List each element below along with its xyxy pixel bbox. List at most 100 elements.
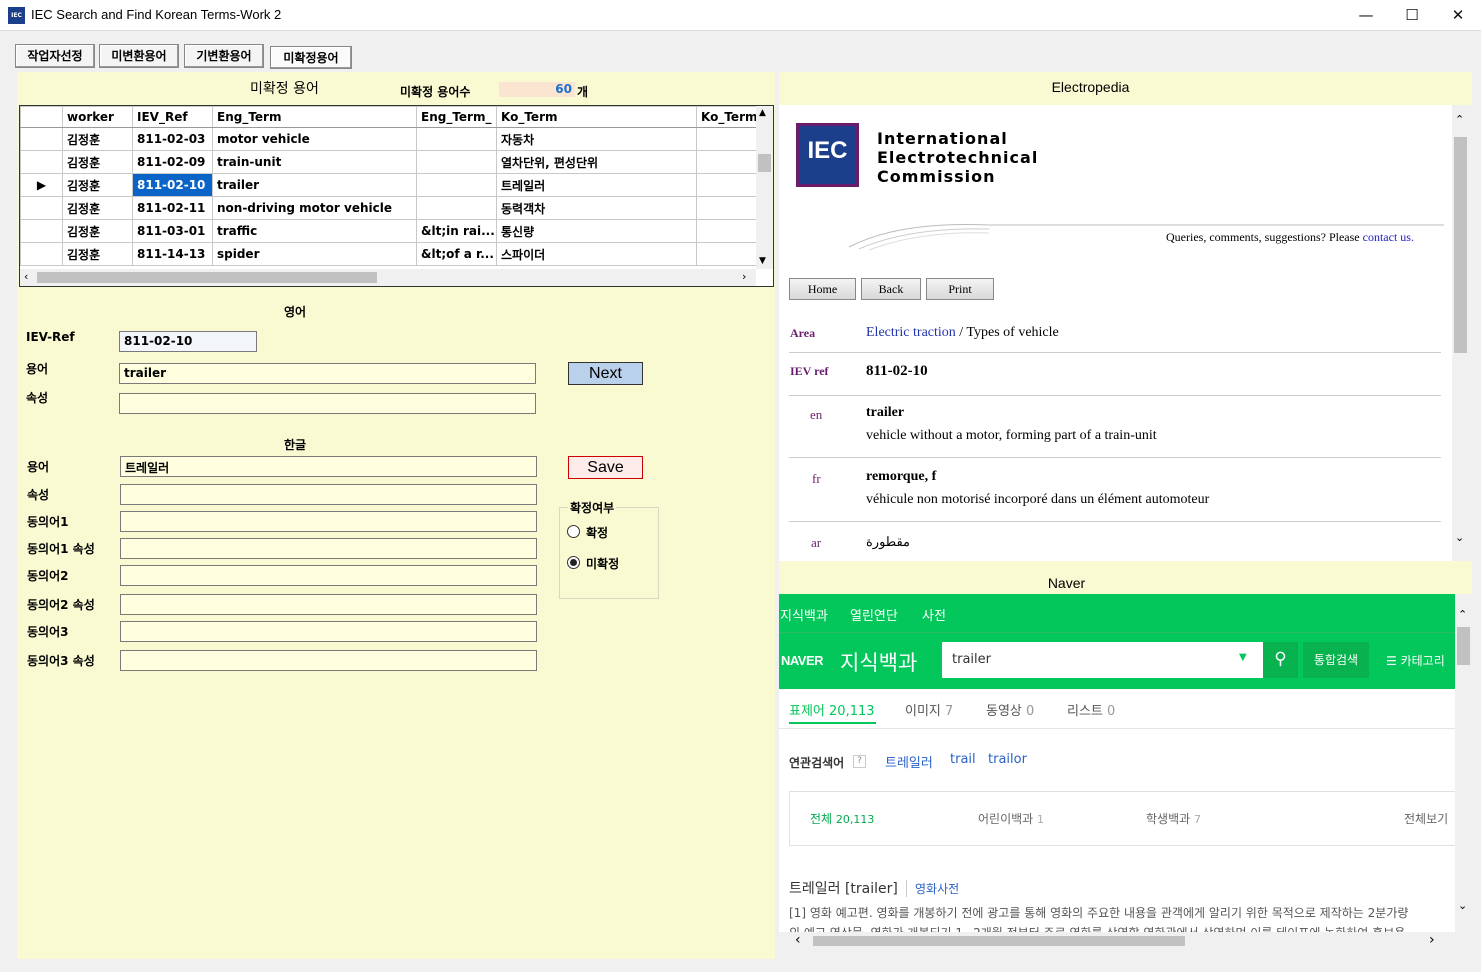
electropedia-browser[interactable]: IEC International Electrotechnical Commi…: [779, 105, 1452, 561]
tab-worker-select[interactable]: 작업자선정: [15, 44, 95, 68]
print-button[interactable]: Print: [926, 278, 994, 300]
naver-logo[interactable]: NAVER: [781, 653, 824, 668]
cell[interactable]: 김정훈: [62, 219, 133, 243]
related-term[interactable]: 트레일러: [885, 752, 933, 771]
tab-headword[interactable]: 표제어 20,113: [789, 700, 875, 719]
naver-vscrollbar[interactable]: ⌃ ⌄: [1455, 594, 1472, 932]
tab-unconfirmed[interactable]: 미확정용어: [270, 46, 352, 69]
minimize-icon[interactable]: —: [1343, 0, 1389, 31]
korean-term-field[interactable]: 트레일러: [120, 456, 537, 477]
table-row[interactable]: 김정훈 811-03-01 traffic &lt;in rai... 통신량: [20, 219, 773, 243]
confirm-radio-label[interactable]: 확정: [586, 524, 608, 541]
tab-unconverted[interactable]: 미변환용어: [99, 44, 179, 68]
search-icon[interactable]: ⚲: [1263, 642, 1298, 678]
cell[interactable]: 트레일러: [496, 173, 697, 197]
naver-nav-lecture[interactable]: 열린연단: [850, 605, 898, 624]
scroll-thumb[interactable]: [758, 154, 771, 172]
cell[interactable]: motor vehicle: [212, 127, 417, 151]
synonym3-attr-field[interactable]: [120, 650, 537, 671]
maximize-icon[interactable]: ☐: [1389, 0, 1435, 31]
electropedia-vscrollbar[interactable]: ⌃ ⌄: [1452, 105, 1469, 561]
cell[interactable]: 811-02-09: [132, 150, 213, 174]
cell[interactable]: 스파이더: [496, 242, 697, 266]
row-header[interactable]: [20, 127, 63, 151]
scroll-right-icon[interactable]: ›: [742, 270, 746, 283]
scroll-down-icon[interactable]: ⌄: [1458, 899, 1467, 912]
result-title[interactable]: 트레일러 [trailer]: [789, 878, 898, 898]
table-row[interactable]: 김정훈 811-02-11 non-driving motor vehicle …: [20, 196, 773, 220]
iev-ref-field[interactable]: 811-02-10: [119, 331, 257, 352]
english-term-field[interactable]: trailer: [119, 363, 536, 384]
next-button[interactable]: Next: [568, 362, 643, 385]
synonym1-field[interactable]: [120, 511, 537, 532]
cell[interactable]: 동력객차: [496, 196, 697, 220]
cell[interactable]: 자동차: [496, 127, 697, 151]
cell[interactable]: spider: [212, 242, 417, 266]
naver-hscrollbar[interactable]: ‹ ›: [779, 932, 1455, 950]
contact-us-link[interactable]: contact us.: [1363, 230, 1414, 244]
scroll-thumb[interactable]: [37, 272, 377, 283]
scroll-up-icon[interactable]: ▲: [759, 108, 766, 118]
scroll-up-icon[interactable]: ⌃: [1458, 608, 1467, 621]
unconfirmed-radio-label[interactable]: 미확정: [586, 555, 619, 572]
scroll-thumb[interactable]: [813, 936, 1185, 946]
cell-selected[interactable]: 811-02-10: [132, 173, 213, 197]
area-link[interactable]: Electric traction: [866, 325, 956, 340]
cell[interactable]: 김정훈: [62, 242, 133, 266]
row-header[interactable]: [20, 196, 63, 220]
tab-list[interactable]: 리스트 0: [1067, 700, 1115, 719]
row-header[interactable]: [20, 219, 63, 243]
cell[interactable]: [416, 196, 497, 220]
tab-video[interactable]: 동영상 0: [986, 700, 1034, 719]
dropdown-arrow-icon[interactable]: ▼: [1239, 652, 1247, 663]
row-header[interactable]: [20, 150, 63, 174]
filter-all[interactable]: 전체 20,113: [810, 810, 874, 827]
cell[interactable]: 811-02-11: [132, 196, 213, 220]
synonym2-field[interactable]: [120, 565, 537, 586]
naver-service-title[interactable]: 지식백과: [840, 647, 917, 677]
naver-search-input[interactable]: trailer ▼: [942, 642, 1263, 678]
filter-students[interactable]: 학생백과 7: [1146, 810, 1201, 827]
scroll-right-icon[interactable]: ›: [1429, 932, 1435, 948]
cell[interactable]: non-driving motor vehicle: [212, 196, 417, 220]
scroll-down-icon[interactable]: ▼: [759, 256, 766, 266]
cell[interactable]: 811-03-01: [132, 219, 213, 243]
category-button[interactable]: ☰ 카테고리: [1386, 652, 1445, 669]
tab-image[interactable]: 이미지 7: [905, 700, 953, 719]
cell[interactable]: 811-14-13: [132, 242, 213, 266]
naver-nav-knowledge[interactable]: 지식백과: [780, 605, 828, 624]
table-row-selected[interactable]: ▶ 김정훈 811-02-10 trailer 트레일러: [20, 173, 773, 197]
integrated-search-button[interactable]: 통합검색: [1303, 642, 1369, 678]
cell[interactable]: train-unit: [212, 150, 417, 174]
synonym2-attr-field[interactable]: [120, 594, 537, 615]
save-button[interactable]: Save: [568, 456, 643, 479]
cell[interactable]: [416, 173, 497, 197]
scroll-left-icon[interactable]: ‹: [24, 270, 28, 283]
cell[interactable]: 통신량: [496, 219, 697, 243]
cell[interactable]: 김정훈: [62, 150, 133, 174]
cell[interactable]: [416, 127, 497, 151]
table-row[interactable]: 김정훈 811-02-03 motor vehicle 자동차: [20, 127, 773, 151]
col-header[interactable]: Ko_Term: [496, 106, 697, 128]
scroll-down-icon[interactable]: ⌄: [1455, 531, 1464, 544]
cell[interactable]: trailer: [212, 173, 417, 197]
scroll-up-icon[interactable]: ⌃: [1455, 113, 1464, 126]
naver-browser[interactable]: 지식백과 열린연단 사전 NAVER 지식백과 trailer ▼ ⚲ 통합검색…: [779, 594, 1455, 932]
table-row[interactable]: 김정훈 811-02-09 train-unit 열차단위, 편성단위: [20, 150, 773, 174]
confirm-radio[interactable]: [567, 525, 580, 538]
naver-nav-dictionary[interactable]: 사전: [922, 605, 946, 624]
cell[interactable]: 열차단위, 편성단위: [496, 150, 697, 174]
col-header[interactable]: worker: [62, 106, 133, 128]
grid-vscrollbar[interactable]: ▲ ▼: [756, 106, 773, 269]
filter-view-all[interactable]: 전체보기: [1404, 810, 1448, 827]
scroll-thumb[interactable]: [1457, 627, 1470, 665]
cell[interactable]: &lt;of a r...: [416, 242, 497, 266]
filter-kids[interactable]: 어린이백과 1: [978, 810, 1044, 827]
cell[interactable]: 김정훈: [62, 196, 133, 220]
cell[interactable]: 김정훈: [62, 127, 133, 151]
col-header[interactable]: Eng_Term_: [416, 106, 497, 128]
related-term[interactable]: trailor: [988, 752, 1027, 767]
result-source[interactable]: 영화사전: [906, 880, 959, 897]
synonym1-attr-field[interactable]: [120, 538, 537, 559]
scroll-thumb[interactable]: [1454, 137, 1467, 353]
